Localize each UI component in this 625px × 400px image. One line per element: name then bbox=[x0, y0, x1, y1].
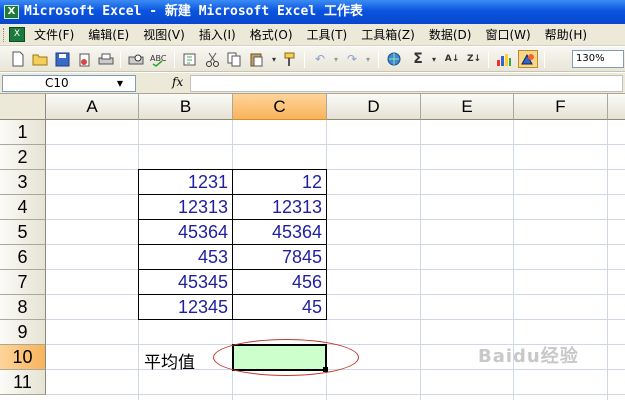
cell-b3[interactable]: 1231 bbox=[139, 172, 232, 193]
cell-b7[interactable]: 45345 bbox=[139, 272, 232, 293]
zoom-value: 130% bbox=[576, 53, 605, 64]
cell-b5[interactable]: 45364 bbox=[139, 222, 232, 243]
spelling-icon[interactable]: ABC bbox=[150, 51, 166, 67]
menu-data[interactable]: 数据(D) bbox=[429, 24, 472, 46]
svg-text:ABC: ABC bbox=[150, 54, 166, 63]
cell-c5[interactable]: 45364 bbox=[233, 222, 326, 243]
row-header-7[interactable]: 7 bbox=[0, 270, 46, 295]
baidu-watermark: Baidu经验 bbox=[478, 342, 579, 368]
save-icon[interactable] bbox=[54, 51, 70, 67]
menu-insert[interactable]: 插入(I) bbox=[199, 24, 236, 46]
name-box-dropdown-icon[interactable]: ▼ bbox=[117, 76, 123, 91]
row-header-4[interactable]: 4 bbox=[0, 195, 46, 220]
standard-toolbar: ABC ▾ ↶ ▾ ↷ ▾ Σ ▾ A↓ Z↓ 130% bbox=[0, 47, 625, 72]
worksheet-icon[interactable]: X bbox=[9, 27, 25, 42]
menu-toolbox[interactable]: 工具箱(Z) bbox=[361, 24, 415, 46]
menu-view[interactable]: 视图(V) bbox=[143, 24, 185, 46]
row-header-11[interactable]: 11 bbox=[0, 370, 46, 395]
menu-file[interactable]: 文件(F) bbox=[34, 24, 74, 46]
redo-icon[interactable]: ↷ bbox=[344, 51, 360, 67]
cell-c4[interactable]: 12313 bbox=[233, 197, 326, 218]
cut-icon[interactable] bbox=[204, 51, 220, 67]
chart-wizard-icon[interactable] bbox=[496, 51, 512, 67]
autosum-icon[interactable]: Σ bbox=[410, 51, 426, 67]
print-icon[interactable] bbox=[98, 51, 114, 67]
drawing-icon[interactable] bbox=[518, 50, 538, 68]
name-box-value: C10 bbox=[45, 76, 69, 90]
undo-icon[interactable]: ↶ bbox=[312, 51, 328, 67]
column-header-e[interactable]: E bbox=[421, 94, 514, 120]
row-header-9[interactable]: 9 bbox=[0, 320, 46, 345]
paste-icon[interactable] bbox=[248, 51, 264, 67]
copy-icon[interactable] bbox=[226, 51, 242, 67]
paste-dropdown-icon[interactable]: ▾ bbox=[266, 51, 282, 67]
menu-window[interactable]: 窗口(W) bbox=[485, 24, 530, 46]
sort-ascending-icon[interactable]: A↓ bbox=[444, 51, 460, 67]
sort-descending-icon[interactable]: Z↓ bbox=[466, 51, 482, 67]
menu-help[interactable]: 帮助(H) bbox=[545, 24, 587, 46]
format-painter-icon[interactable] bbox=[282, 51, 298, 67]
cell-b4[interactable]: 12313 bbox=[139, 197, 232, 218]
title-bar: X Microsoft Excel - 新建 Microsoft Excel 工… bbox=[0, 0, 625, 24]
menu-tools[interactable]: 工具(T) bbox=[307, 24, 348, 46]
watermark-text: Baidu经验 bbox=[478, 346, 579, 367]
formula-bar: C10 ▼ fx bbox=[0, 73, 625, 94]
column-header-d[interactable]: D bbox=[327, 94, 421, 120]
toolbar-grip[interactable] bbox=[3, 28, 6, 42]
undo-dropdown-icon[interactable]: ▾ bbox=[328, 51, 344, 67]
research-icon[interactable] bbox=[182, 51, 198, 67]
window-title: Microsoft Excel - 新建 Microsoft Excel 工作表 bbox=[24, 4, 363, 19]
autosum-dropdown-icon[interactable]: ▾ bbox=[426, 51, 442, 67]
cell-c7[interactable]: 456 bbox=[233, 272, 326, 293]
open-icon[interactable] bbox=[32, 51, 48, 67]
formula-input[interactable] bbox=[190, 75, 623, 92]
print-preview-icon[interactable] bbox=[128, 51, 144, 67]
row-header-6[interactable]: 6 bbox=[0, 245, 46, 270]
column-header-f[interactable]: F bbox=[514, 94, 608, 120]
row-header-3[interactable]: 3 bbox=[0, 170, 46, 195]
column-header-a[interactable]: A bbox=[46, 94, 139, 120]
cell-c6[interactable]: 7845 bbox=[233, 247, 326, 268]
highlight-ellipse bbox=[213, 339, 359, 376]
hyperlink-icon[interactable] bbox=[386, 51, 402, 67]
new-icon[interactable] bbox=[10, 51, 26, 67]
menu-bar: X 文件(F) 编辑(E) 视图(V) 插入(I) 格式(O) 工具(T) 工具… bbox=[0, 24, 625, 46]
insert-function-icon[interactable]: fx bbox=[172, 75, 183, 89]
select-all-button[interactable] bbox=[0, 94, 46, 120]
zoom-combobox[interactable]: 130% bbox=[572, 50, 624, 68]
permission-icon[interactable] bbox=[76, 51, 92, 67]
row-header-8[interactable]: 8 bbox=[0, 295, 46, 320]
menu-format[interactable]: 格式(O) bbox=[250, 24, 293, 46]
cell-b8[interactable]: 12345 bbox=[139, 297, 232, 318]
cell-c3[interactable]: 12 bbox=[233, 172, 326, 193]
excel-icon: X bbox=[4, 5, 19, 19]
row-header-5[interactable]: 5 bbox=[0, 220, 46, 245]
row-header-1[interactable]: 1 bbox=[0, 120, 46, 145]
redo-dropdown-icon[interactable]: ▾ bbox=[360, 51, 376, 67]
name-box[interactable]: C10 ▼ bbox=[2, 75, 136, 92]
column-header-c[interactable]: C bbox=[233, 94, 327, 120]
menu-edit[interactable]: 编辑(E) bbox=[88, 24, 129, 46]
average-label[interactable]: 平均值 bbox=[144, 348, 195, 373]
column-header-b[interactable]: B bbox=[139, 94, 233, 120]
cell-b6[interactable]: 453 bbox=[139, 247, 232, 268]
cell-c8[interactable]: 45 bbox=[233, 297, 326, 318]
row-header-2[interactable]: 2 bbox=[0, 145, 46, 170]
column-header-g-partial[interactable] bbox=[608, 94, 625, 120]
row-header-10[interactable]: 10 bbox=[0, 345, 46, 370]
